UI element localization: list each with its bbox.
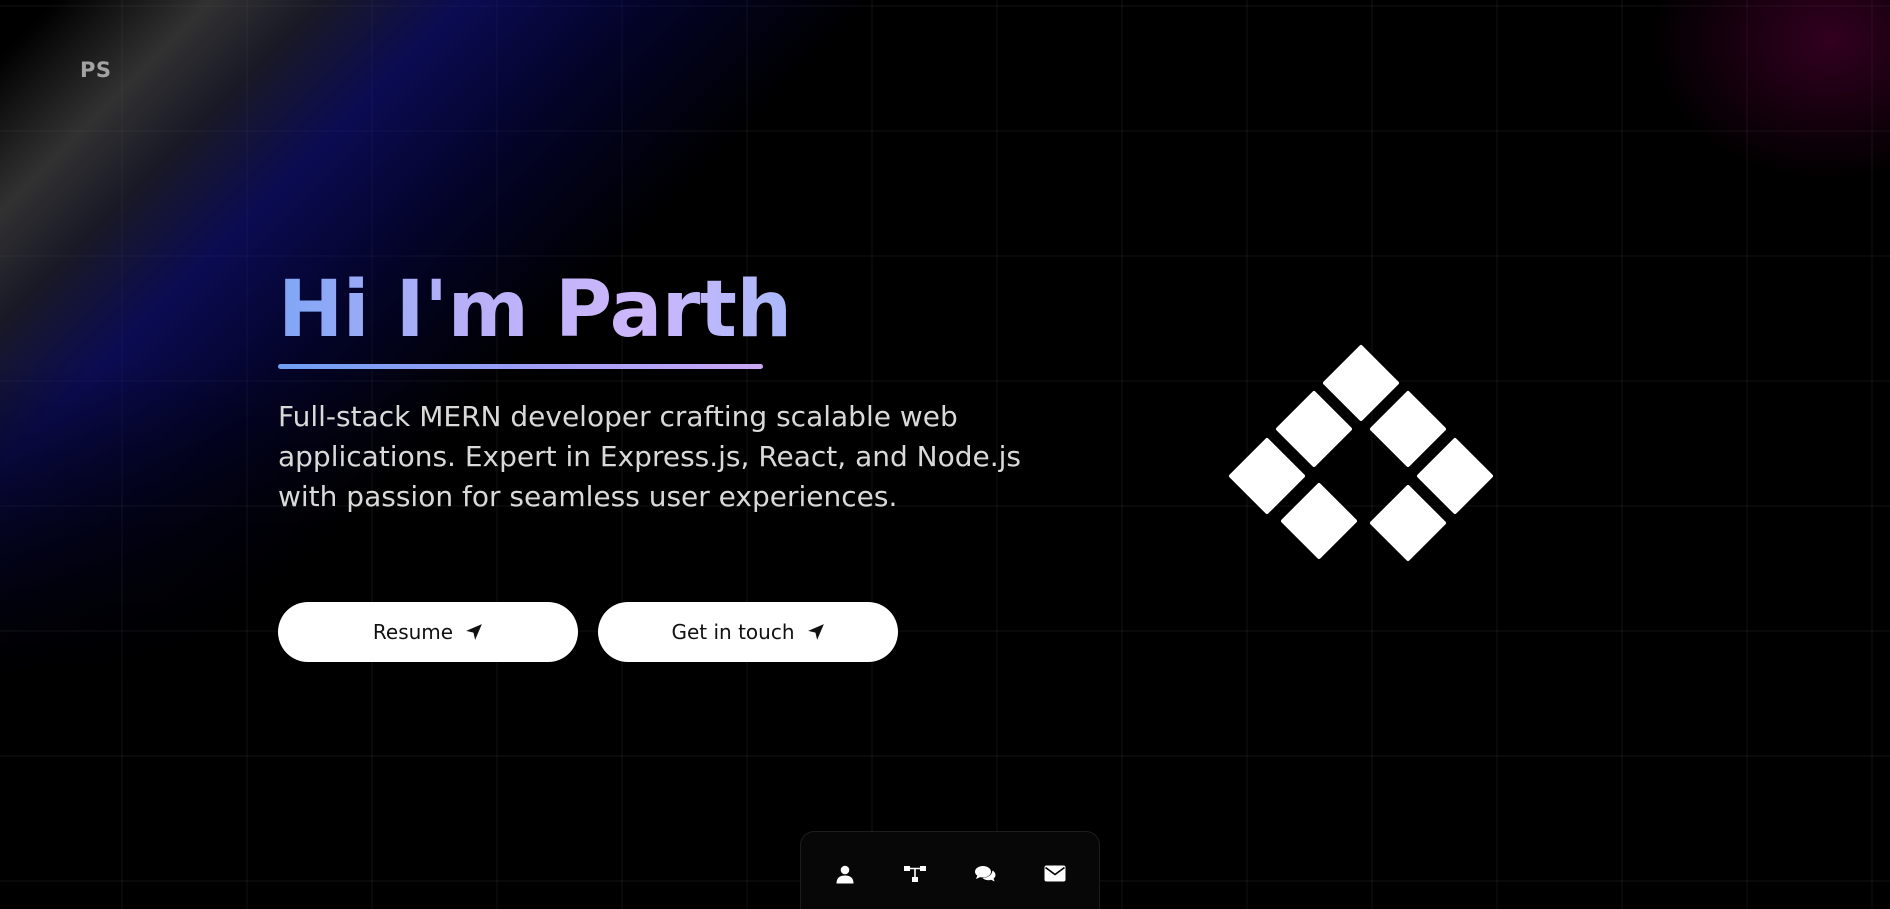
logo-tile [1281,483,1357,559]
logo-tile [1229,438,1305,514]
hero-subtitle: Full-stack MERN developer crafting scala… [278,399,1021,513]
hero-title: Hi I'm Parth [278,265,792,355]
get-in-touch-button[interactable]: Get in touch [598,601,898,662]
sitemap-icon [904,865,926,882]
dock-item-testimonials[interactable] [967,856,1003,892]
dock-item-projects[interactable] [897,856,933,892]
dock-item-contact[interactable] [1037,856,1073,892]
chat-bubbles-icon [975,865,996,881]
resume-button-label: Resume [372,619,454,644]
hero-actions: Resume Get in touch [278,601,1058,662]
get-in-touch-button-label: Get in touch [671,619,795,644]
send-arrow-icon [807,623,824,640]
hero-section: Hi I'm Parth Full-stack MERN developer c… [278,265,1058,662]
site-logo[interactable]: PS [80,58,112,82]
logo-tile [1417,438,1493,514]
user-icon [836,865,854,883]
envelope-icon [1044,865,1066,882]
bottom-dock [800,831,1100,909]
logo-tile [1370,485,1446,561]
dock-item-about[interactable] [827,856,863,892]
resume-button[interactable]: Resume [278,601,578,662]
send-arrow-icon [466,623,482,640]
title-underline [278,363,763,369]
diamond-tiles-logo [1229,345,1493,561]
